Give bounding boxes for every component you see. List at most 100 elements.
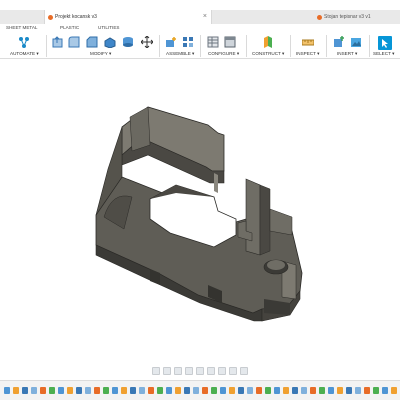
timeline-feature[interactable] (184, 387, 190, 394)
timeline-feature[interactable] (22, 387, 28, 394)
timeline-feature[interactable] (301, 387, 307, 394)
timeline-feature[interactable] (283, 387, 289, 394)
fillet-icon[interactable] (68, 36, 80, 48)
configure-table-icon[interactable] (224, 36, 236, 48)
zoom-window-icon[interactable] (207, 366, 215, 375)
timeline-items[interactable] (0, 381, 400, 401)
grid-settings-icon[interactable] (229, 366, 237, 375)
timeline-feature[interactable] (328, 387, 334, 394)
divider (159, 35, 160, 57)
timeline-feature[interactable] (175, 387, 181, 394)
timeline-feature[interactable] (238, 387, 244, 394)
offset-plane-icon[interactable] (262, 36, 274, 48)
timeline-feature[interactable] (139, 387, 145, 394)
timeline-feature[interactable] (202, 387, 208, 394)
timeline-feature[interactable] (94, 387, 100, 394)
timeline-feature[interactable] (319, 387, 325, 394)
timeline-feature[interactable] (130, 387, 136, 394)
select-menu[interactable]: SELECT ▾ (373, 51, 394, 57)
insert-derive-icon[interactable] (333, 36, 345, 48)
combine-icon[interactable] (122, 36, 134, 48)
insert-menu[interactable]: INSERT ▾ (337, 51, 357, 57)
new-component-icon[interactable] (165, 36, 177, 48)
timeline-feature[interactable] (76, 387, 82, 394)
automate-menu[interactable]: AUTOMATE ▾ (10, 51, 39, 57)
history-timeline[interactable] (0, 380, 400, 400)
divider (326, 35, 327, 57)
timeline-feature[interactable] (157, 387, 163, 394)
timeline-feature[interactable] (67, 387, 73, 394)
assemble-menu[interactable]: ASSEMBLE ▾ (166, 51, 194, 57)
model-render[interactable] (0, 59, 400, 364)
timeline-feature[interactable] (274, 387, 280, 394)
look-at-icon[interactable] (174, 366, 182, 375)
press-pull-icon[interactable] (52, 36, 64, 48)
chamfer-icon[interactable] (86, 36, 98, 48)
timeline-feature[interactable] (355, 387, 361, 394)
configure-menu[interactable]: CONFIGURE ▾ (208, 51, 239, 57)
timeline-feature[interactable] (229, 387, 235, 394)
timeline-feature[interactable] (391, 387, 397, 394)
timeline-feature[interactable] (193, 387, 199, 394)
document-tab-active[interactable]: Projekt kocansk v3 × (44, 10, 212, 24)
timeline-feature[interactable] (292, 387, 298, 394)
timeline-feature[interactable] (211, 387, 217, 394)
timeline-feature[interactable] (40, 387, 46, 394)
timeline-feature[interactable] (49, 387, 55, 394)
orbit-icon[interactable] (152, 366, 160, 375)
timeline-feature[interactable] (121, 387, 127, 394)
ribbon-toolbar: AUTOMATE ▾ MODIFY ▾ ASSEMBLE ▾ CONFIGURE… (0, 33, 400, 59)
timeline-feature[interactable] (4, 387, 10, 394)
configure-icon[interactable] (207, 36, 219, 48)
inspect-menu[interactable]: INSPECT ▾ (296, 51, 319, 57)
construct-menu[interactable]: CONSTRUCT ▾ (252, 51, 284, 57)
round-boss-top (267, 260, 285, 270)
timeline-feature[interactable] (13, 387, 19, 394)
joint-icon[interactable] (182, 36, 194, 48)
canvas-viewport[interactable] (0, 59, 400, 364)
document-icon (48, 15, 53, 20)
automate-icon[interactable] (18, 36, 30, 48)
divider (290, 35, 291, 57)
tab-sheet-metal[interactable]: SHEET METAL (6, 25, 37, 30)
timeline-feature[interactable] (364, 387, 370, 394)
zoom-icon[interactable] (185, 366, 193, 375)
select-icon[interactable] (378, 36, 392, 50)
timeline-feature[interactable] (103, 387, 109, 394)
measure-icon[interactable] (302, 36, 314, 48)
timeline-feature[interactable] (265, 387, 271, 394)
workspace-subtabs: SHEET METAL PLASTIC UTILITIES (0, 24, 400, 33)
insert-image-icon[interactable] (350, 36, 362, 48)
tab-utilities[interactable]: UTILITIES (98, 25, 119, 30)
timeline-feature[interactable] (112, 387, 118, 394)
document-tab-inactive[interactable]: Stojan tepisnar v3 v1 (314, 10, 400, 24)
divider (200, 35, 201, 57)
timeline-feature[interactable] (373, 387, 379, 394)
timeline-feature[interactable] (256, 387, 262, 394)
timeline-feature[interactable] (166, 387, 172, 394)
right-wall-rear (245, 178, 261, 256)
timeline-feature[interactable] (346, 387, 352, 394)
shell-icon[interactable] (104, 36, 116, 48)
timeline-feature[interactable] (310, 387, 316, 394)
timeline-feature[interactable] (247, 387, 253, 394)
timeline-feature[interactable] (337, 387, 343, 394)
display-settings-icon[interactable] (218, 366, 226, 375)
rib (214, 173, 218, 193)
timeline-feature[interactable] (148, 387, 154, 394)
viewports-icon[interactable] (240, 366, 248, 375)
timeline-feature[interactable] (58, 387, 64, 394)
timeline-feature[interactable] (85, 387, 91, 394)
divider (46, 35, 47, 57)
fit-icon[interactable] (196, 366, 204, 375)
right-wall-side (259, 184, 271, 256)
modify-menu[interactable]: MODIFY ▾ (90, 51, 111, 57)
pan-icon[interactable] (163, 366, 171, 375)
timeline-feature[interactable] (382, 387, 388, 394)
timeline-feature[interactable] (220, 387, 226, 394)
corner-post (129, 106, 151, 152)
timeline-feature[interactable] (31, 387, 37, 394)
move-icon[interactable] (141, 36, 153, 48)
close-icon[interactable]: × (203, 10, 207, 24)
tab-plastic[interactable]: PLASTIC (60, 25, 79, 30)
